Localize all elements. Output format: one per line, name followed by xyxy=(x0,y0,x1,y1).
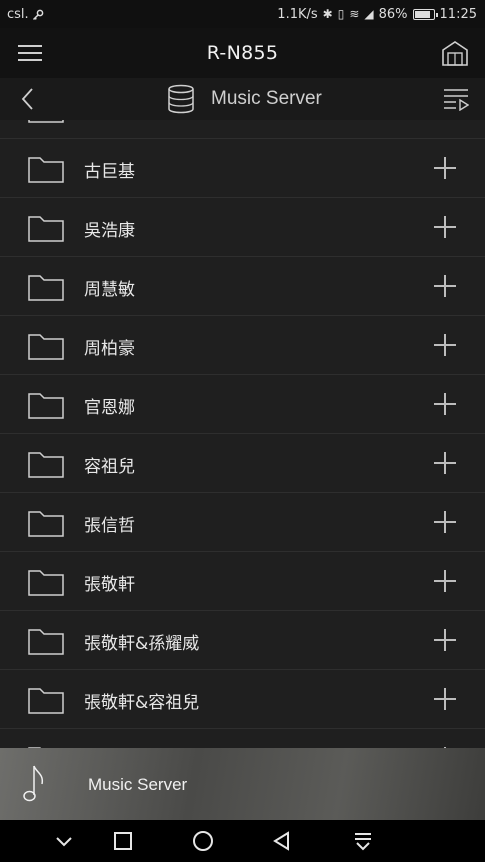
system-navigation-bar xyxy=(0,820,485,862)
plus-icon[interactable] xyxy=(434,275,456,297)
plus-icon[interactable] xyxy=(434,157,456,179)
list-item[interactable]: 吳浩康 xyxy=(0,197,485,256)
list-item[interactable]: 張敬軒&容祖兒 xyxy=(0,669,485,728)
folder-icon xyxy=(28,216,64,242)
folder-icon xyxy=(28,393,64,419)
list-item[interactable]: 張信哲 xyxy=(0,492,485,551)
home-circle-icon[interactable] xyxy=(191,829,215,853)
folder-name: 周柏豪 xyxy=(84,339,135,359)
key-icon xyxy=(32,9,44,20)
folder-icon xyxy=(28,120,64,123)
clock: 11:25 xyxy=(439,7,477,22)
chevron-left-icon[interactable] xyxy=(18,86,38,112)
home-icon[interactable] xyxy=(441,40,469,66)
folder-name: 官恩娜 xyxy=(84,398,135,418)
device-title: R-N855 xyxy=(206,42,279,64)
now-playing-bar[interactable]: Music Server xyxy=(0,748,485,820)
folder-name: 古巨基 xyxy=(84,162,135,182)
section-heading: Music Server xyxy=(167,84,322,114)
plus-icon[interactable] xyxy=(434,452,456,474)
list-item[interactable]: 張敬軒 xyxy=(0,551,485,610)
net-speed: 1.1K/s xyxy=(277,7,318,22)
list-item-partial xyxy=(0,120,485,138)
folder-icon xyxy=(28,511,64,537)
signal-icon: ◢ xyxy=(364,7,374,21)
plus-icon[interactable] xyxy=(434,629,456,651)
plus-icon[interactable] xyxy=(434,688,456,710)
list-item[interactable]: 容祖兒 xyxy=(0,433,485,492)
list-item-partial xyxy=(0,728,485,748)
list-item[interactable]: 周柏豪 xyxy=(0,315,485,374)
chevron-down-icon[interactable] xyxy=(52,829,76,853)
folder-icon xyxy=(28,334,64,360)
plus-icon[interactable] xyxy=(434,570,456,592)
folder-icon xyxy=(28,688,64,714)
bluetooth-icon: ✱ xyxy=(322,7,333,21)
battery-icon xyxy=(412,9,438,20)
list-item[interactable]: 張敬軒&孫耀威 xyxy=(0,610,485,669)
folder-icon xyxy=(28,570,64,596)
status-bar: csl. 1.1K/s ✱ ▯ ≋ ◢ 86% 11:25 xyxy=(0,0,485,28)
folder-name: 張敬軒&孫耀威 xyxy=(84,634,200,654)
list-item[interactable]: 周慧敏 xyxy=(0,256,485,315)
folder-name: 周慧敏 xyxy=(84,280,135,300)
folder-name: 張信哲 xyxy=(84,516,135,536)
database-icon xyxy=(168,84,194,114)
plus-icon[interactable] xyxy=(434,393,456,415)
folder-icon xyxy=(28,157,64,183)
folder-name: 張敬軒 xyxy=(84,575,135,595)
battery-percent: 86% xyxy=(378,7,408,22)
back-triangle-icon[interactable] xyxy=(270,829,294,853)
plus-icon[interactable] xyxy=(434,511,456,533)
folder-icon xyxy=(28,275,64,301)
folder-icon xyxy=(28,452,64,478)
vibrate-icon: ▯ xyxy=(337,7,345,21)
plus-icon[interactable] xyxy=(434,216,456,238)
section-title: Music Server xyxy=(211,88,322,109)
playlist-icon[interactable] xyxy=(443,87,469,111)
browse-header: Music Server xyxy=(0,78,485,120)
folder-name: 張敬軒&容祖兒 xyxy=(84,693,200,713)
plus-icon[interactable] xyxy=(434,334,456,356)
carrier-label: csl. xyxy=(7,7,29,22)
folder-icon xyxy=(28,629,64,655)
list-item[interactable]: 古巨基 xyxy=(0,138,485,197)
folder-name: 吳浩康 xyxy=(84,221,135,241)
folder-name: 容祖兒 xyxy=(84,457,135,477)
wifi-icon: ≋ xyxy=(349,7,360,21)
top-bar: R-N855 xyxy=(0,28,485,78)
music-note-icon xyxy=(23,765,44,802)
list-item[interactable]: 官恩娜 xyxy=(0,374,485,433)
recents-icon[interactable] xyxy=(111,829,135,853)
folder-list[interactable]: 古巨基 吳浩康 周慧敏 周柏豪 官恩娜 容祖兒 張信哲 張敬軒 張敬軒&孫耀威 xyxy=(0,120,485,748)
notification-pull-icon[interactable] xyxy=(351,829,375,853)
now-playing-source: Music Server xyxy=(88,775,188,794)
